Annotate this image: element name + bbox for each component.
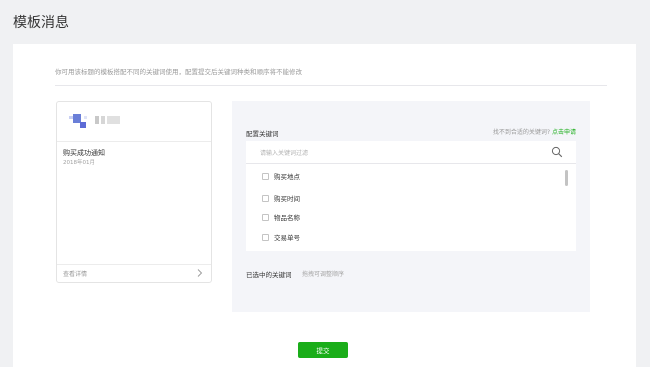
keyword-search-box — [246, 141, 576, 164]
intro-text: 你可用该标题的模板搭配不同的关键词使用，配置提交后关键词种类和顺序将不能修改 — [55, 68, 302, 76]
template-title: 购买成功通知 — [63, 149, 105, 157]
divider — [55, 85, 607, 86]
config-title: 配置关键词 — [246, 130, 279, 138]
main-panel: 你可用该标题的模板搭配不同的关键词使用，配置提交后关键词种类和顺序将不能修改 购… — [13, 44, 636, 367]
keyword-label: 交易单号 — [274, 234, 300, 242]
keyword-label: 购买地点 — [274, 173, 300, 181]
apply-hint: 找不到合适的关键词? 点击申请 — [493, 127, 576, 136]
preview-header — [57, 102, 211, 142]
keyword-list: 购买地点 购买时间 物品名称 交易单号 — [246, 164, 576, 251]
keyword-option[interactable]: 物品名称 — [262, 212, 300, 222]
keyword-checkbox[interactable] — [262, 172, 269, 180]
account-logo-icon — [69, 114, 91, 132]
keyword-label: 物品名称 — [274, 214, 300, 222]
view-detail-link[interactable]: 查看详情 — [57, 264, 211, 282]
apply-link[interactable]: 点击申请 — [552, 129, 576, 136]
view-detail-label: 查看详情 — [63, 271, 88, 278]
keyword-checkbox[interactable] — [262, 233, 269, 241]
keyword-checkbox[interactable] — [262, 213, 269, 221]
keyword-search-input[interactable] — [260, 147, 530, 159]
template-preview-card: 购买成功通知 2018年01月 查看详情 — [56, 101, 212, 283]
submit-button[interactable]: 提交 — [298, 342, 348, 358]
template-date: 2018年01月 — [63, 160, 95, 166]
keyword-option[interactable]: 购买地点 — [262, 171, 300, 181]
apply-hint-text: 找不到合适的关键词? — [492, 129, 551, 136]
keyword-label: 购买时间 — [274, 195, 300, 203]
page-title: 模板消息 — [13, 15, 69, 31]
keyword-config-panel: 配置关键词 找不到合适的关键词? 点击申请 购买地点 购买时间 物品名称 — [232, 101, 590, 312]
chevron-right-icon — [197, 269, 203, 277]
keyword-checkbox[interactable] — [262, 194, 269, 202]
account-name-blurred — [95, 116, 121, 124]
keyword-option[interactable]: 购买时间 — [262, 193, 300, 203]
keyword-option[interactable]: 交易单号 — [262, 232, 300, 242]
keyword-list-scrollbar[interactable] — [565, 170, 568, 186]
search-icon[interactable] — [551, 146, 563, 158]
drag-reorder-hint: 拖拽可调整顺序 — [302, 271, 345, 278]
selected-keywords-label: 已选中的关键词 — [246, 271, 292, 279]
